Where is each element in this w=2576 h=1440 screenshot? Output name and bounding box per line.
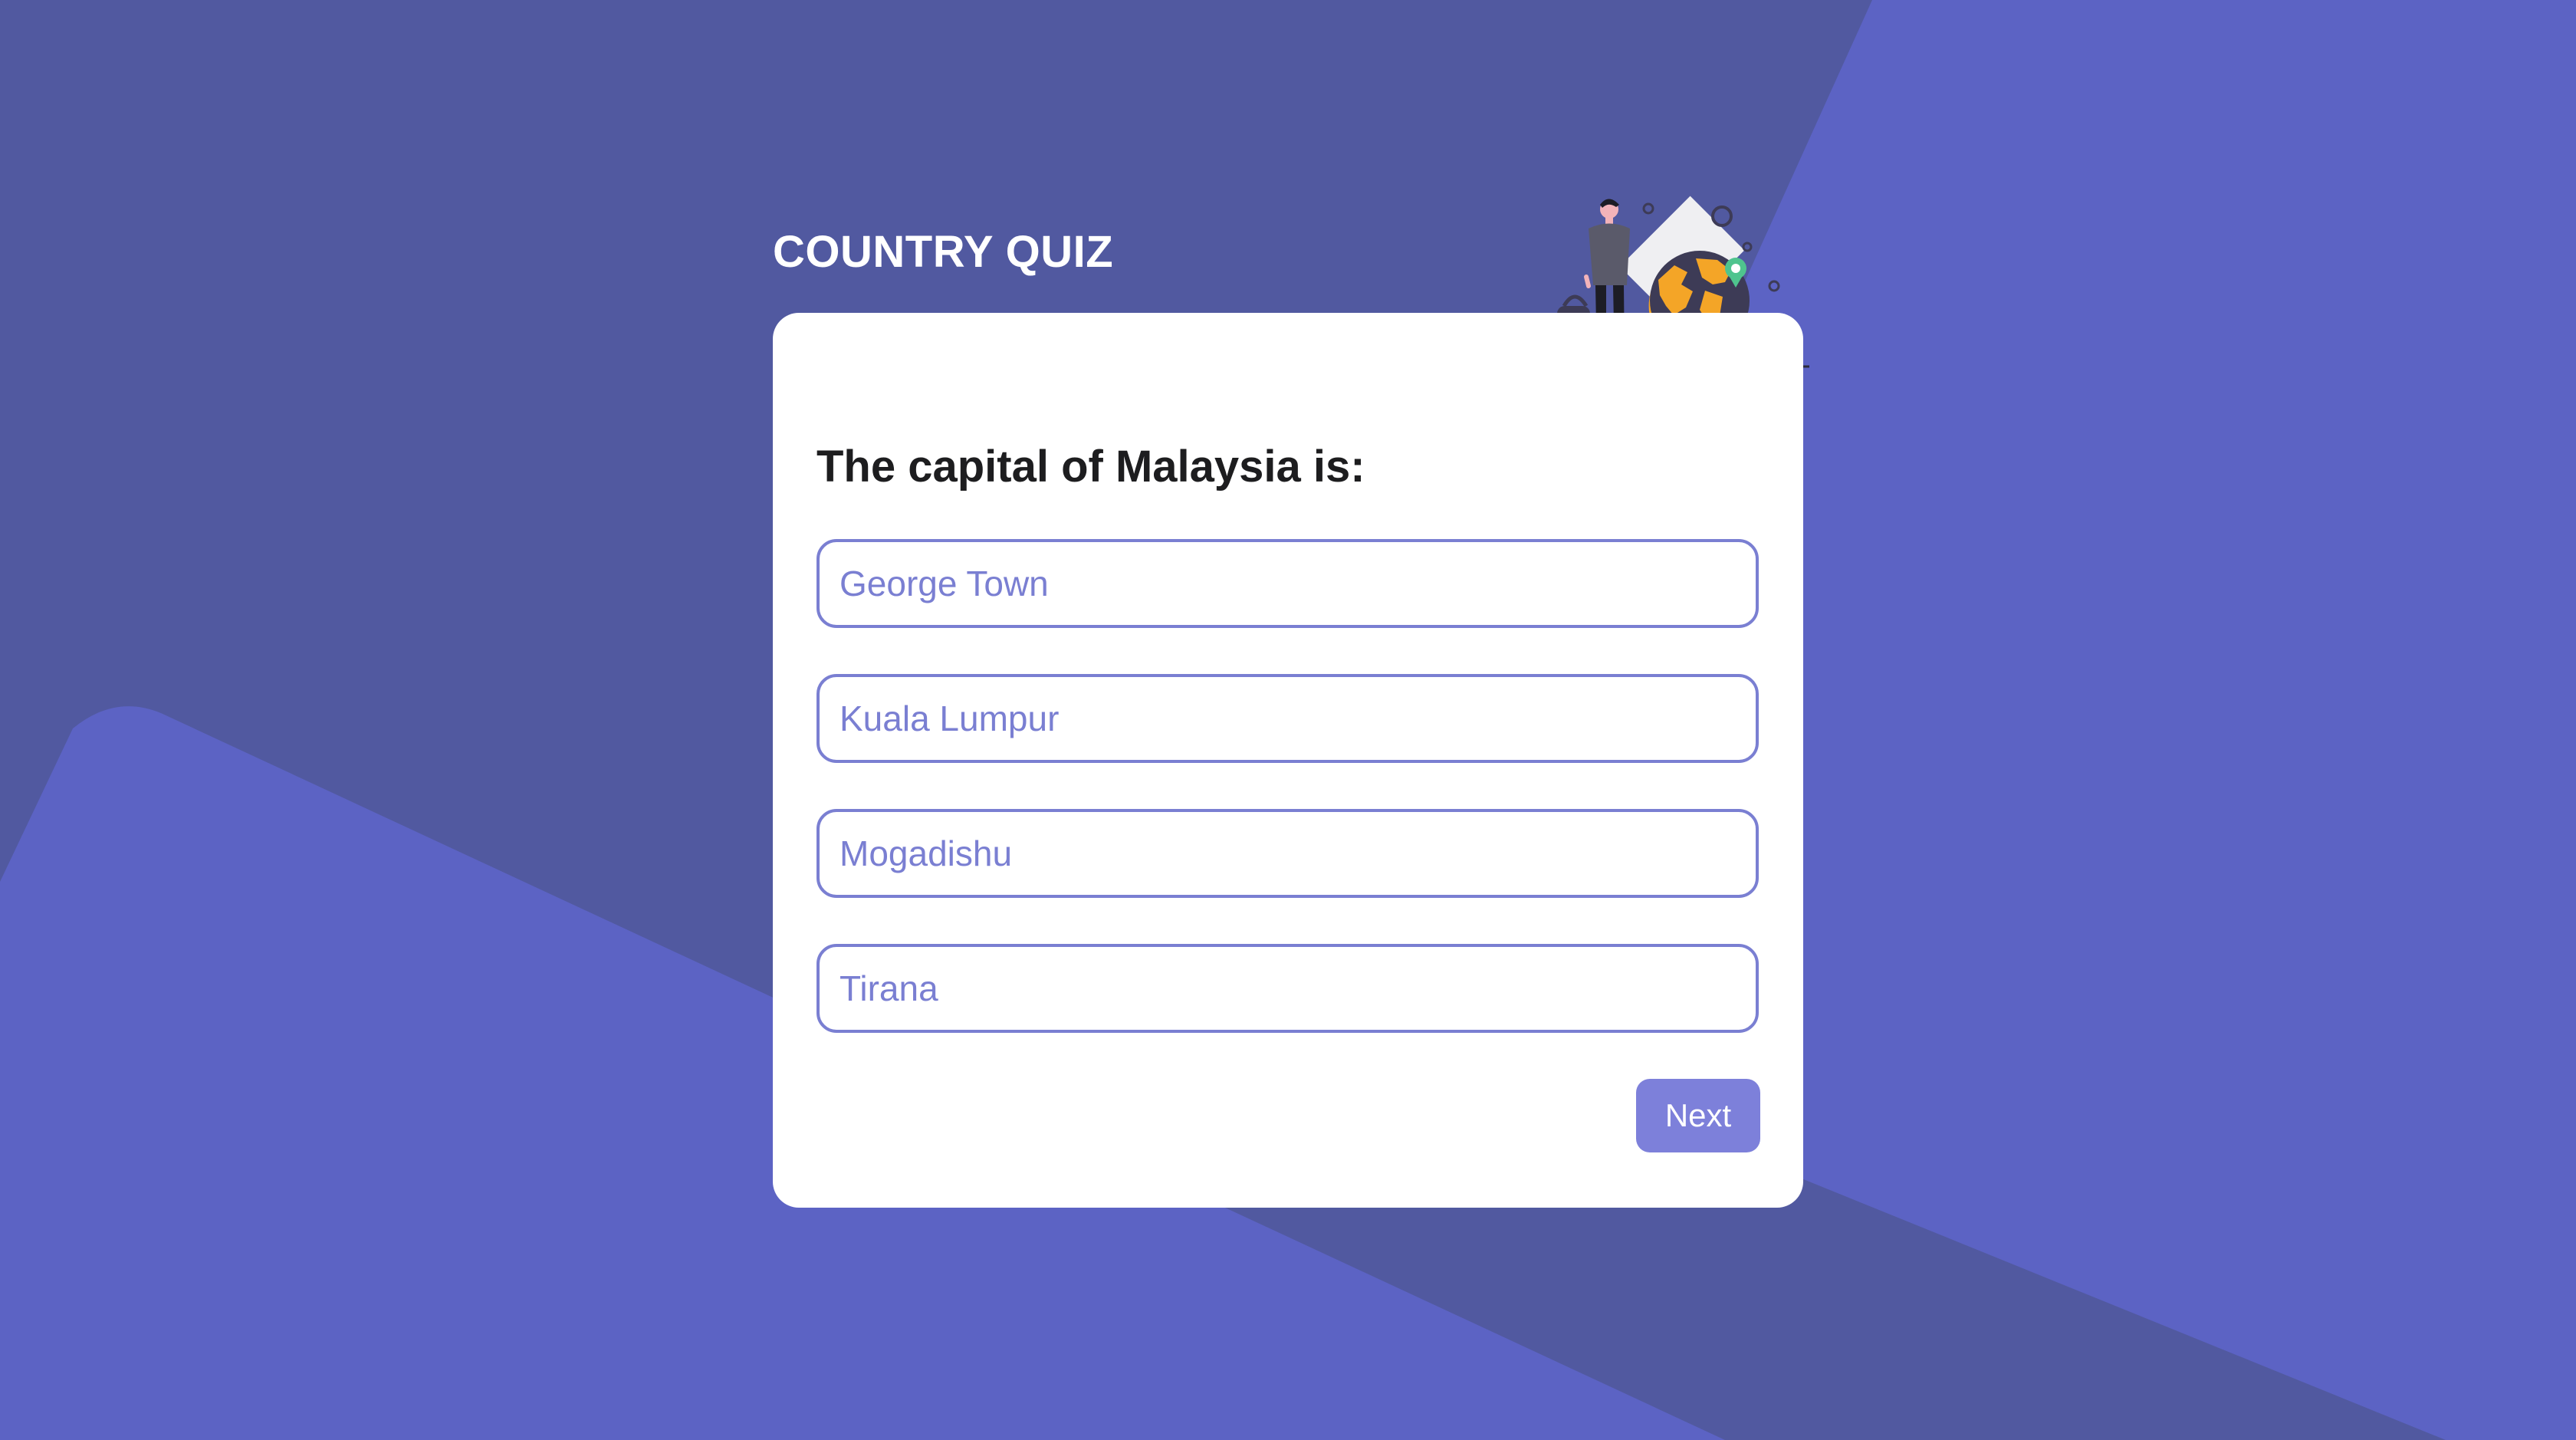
travel-bag-handle bbox=[1562, 294, 1589, 307]
dot-ornament-left bbox=[1642, 202, 1654, 215]
location-pin-center bbox=[1731, 264, 1740, 273]
dot-ornament-right bbox=[1742, 242, 1753, 252]
traveler-hand bbox=[1584, 275, 1591, 288]
next-button[interactable]: Next bbox=[1636, 1079, 1760, 1152]
page-title: COUNTRY QUIZ bbox=[773, 227, 1114, 277]
answer-option-mogadishu[interactable]: Mogadishu bbox=[816, 809, 1759, 898]
answer-option-george-town[interactable]: George Town bbox=[816, 539, 1759, 628]
small-circle-ornament bbox=[1711, 205, 1733, 227]
dot-ornament-lower bbox=[1768, 280, 1780, 292]
answer-option-kuala-lumpur[interactable]: Kuala Lumpur bbox=[816, 674, 1759, 763]
traveler-coat bbox=[1589, 223, 1630, 285]
quiz-card: The capital of Malaysia is: George Town … bbox=[773, 313, 1803, 1208]
question-text: The capital of Malaysia is: bbox=[816, 442, 1365, 492]
answer-option-tirana[interactable]: Tirana bbox=[816, 944, 1759, 1033]
